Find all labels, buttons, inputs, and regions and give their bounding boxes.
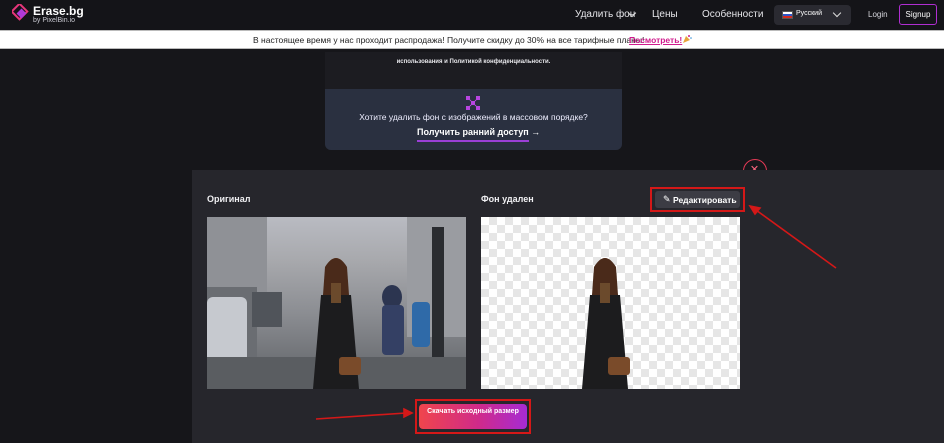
arrow-to-download-line (315, 412, 407, 420)
arrow-to-download-head (403, 407, 414, 419)
annotation-arrows (315, 204, 837, 420)
arrow-to-edit-line (755, 209, 837, 269)
